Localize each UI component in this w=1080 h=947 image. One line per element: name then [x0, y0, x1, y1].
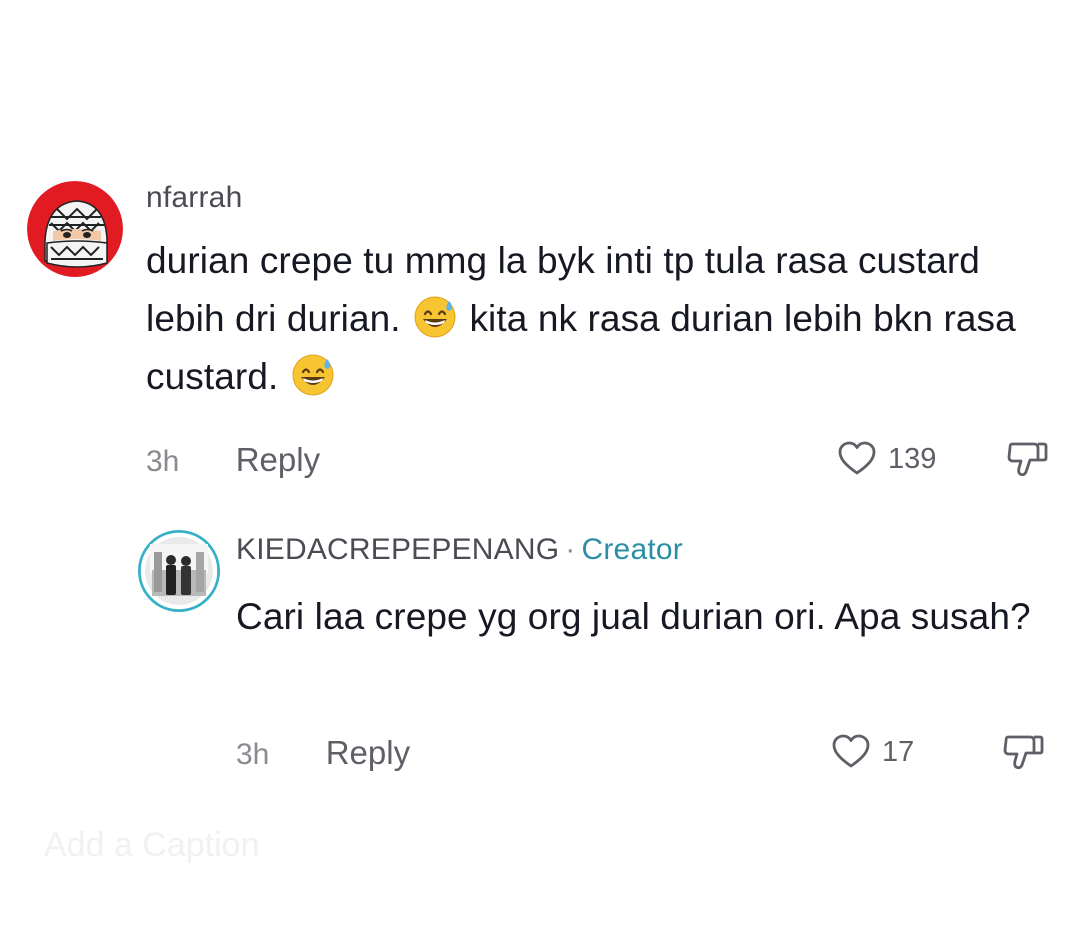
comment-timestamp: 3h [236, 738, 270, 771]
comment-body: nfarrah durian crepe tu mmg la byk inti … [146, 178, 1020, 406]
avatar-image [27, 181, 123, 277]
like-count: 17 [882, 736, 915, 768]
comment-timestamp: 3h [146, 445, 180, 478]
grinning-face-with-sweat-emoji [291, 353, 335, 397]
avatar[interactable] [27, 181, 123, 277]
like-button[interactable]: 139 [836, 438, 936, 480]
comment-body: KIEDACREPEPENANG · Creator Cari laa crepe … [236, 530, 1040, 646]
avatar[interactable] [138, 530, 220, 612]
comment-meta: 3h Reply 139 [146, 440, 1050, 482]
separator-dot: · [565, 533, 576, 566]
comment-username[interactable]: KIEDACREPEPENANG [236, 533, 559, 566]
caption-placeholder[interactable]: Add a Caption [44, 826, 260, 865]
grinning-face-with-sweat-emoji [413, 295, 457, 339]
heart-icon [838, 441, 876, 475]
creator-badge: Creator [581, 533, 683, 566]
dislike-icon[interactable] [1000, 729, 1046, 775]
comment-text: durian crepe tu mmg la byk inti tp tula … [146, 232, 1020, 406]
comment-text: Cari laa crepe yg org jual durian ori. A… [236, 596, 1031, 637]
like-count: 139 [888, 443, 937, 475]
reply-button[interactable]: Reply [236, 440, 320, 480]
reply-button[interactable]: Reply [326, 733, 410, 773]
comment-thread: nfarrah durian crepe tu mmg la byk inti … [0, 0, 1080, 947]
comment-meta: 3h Reply 17 [236, 733, 1050, 775]
like-button[interactable]: 17 [830, 731, 914, 773]
dislike-icon[interactable] [1004, 436, 1050, 482]
comment-username-row: KIEDACREPEPENANG · Creator [236, 530, 1040, 570]
heart-icon [832, 734, 870, 768]
avatar-image [138, 530, 220, 612]
comment-username[interactable]: nfarrah [146, 178, 1020, 218]
